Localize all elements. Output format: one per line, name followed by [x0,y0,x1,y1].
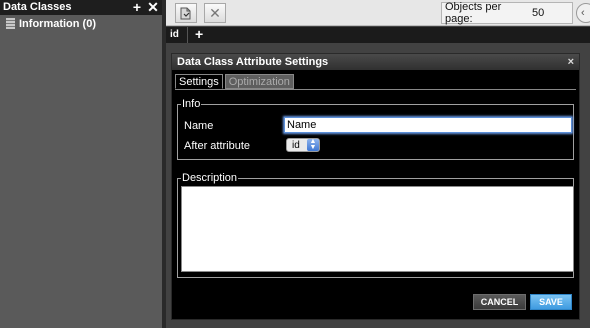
objects-per-page-control: Objects per page: [441,1,573,25]
after-attribute-select[interactable]: id ▲ ▼ [286,138,320,152]
close-icon[interactable]: ✕ [146,0,160,15]
sidebar-item-label: Information (0) [19,17,96,30]
dialog-tabs: Settings Optimization [175,74,296,89]
after-attribute-value: id [292,139,300,151]
new-document-icon [180,7,191,19]
sidebar-item-information[interactable]: Information (0) [6,17,96,30]
toolbar: ✕ Objects per page: ‹ [166,0,590,26]
dialog-close-icon[interactable]: × [568,54,574,70]
select-stepper-icon: ▲ ▼ [307,138,319,151]
prev-page-button[interactable]: ‹ [576,3,590,23]
objects-per-page-input[interactable] [532,5,572,21]
delete-x-icon: ✕ [209,4,221,21]
name-field[interactable] [284,117,572,133]
prev-page-icon: ‹ [581,7,585,19]
add-column-plus-icon[interactable]: + [195,27,203,42]
plus-icon[interactable]: + [130,0,144,15]
description-legend: Description [182,172,238,184]
database-icon [6,18,15,29]
name-label: Name [184,120,214,132]
column-header-id[interactable]: id [170,27,179,43]
new-object-button[interactable] [175,3,197,23]
info-legend: Info [182,98,201,110]
tab-settings[interactable]: Settings [175,74,223,89]
column-divider [187,27,188,43]
description-textarea[interactable] [181,186,574,272]
cancel-button[interactable]: CANCEL [473,294,526,310]
save-button[interactable]: SAVE [530,294,572,310]
attribute-settings-dialog: Data Class Attribute Settings × Settings… [171,53,580,320]
data-classes-sidebar: Data Classes + ✕ Information (0) [0,0,162,328]
dialog-title: Data Class Attribute Settings [177,56,329,68]
sidebar-header: Data Classes + ✕ [0,0,162,15]
tab-divider [175,89,576,90]
tab-optimization[interactable]: Optimization [224,74,294,89]
app-window: Data Classes + ✕ Information (0) ✕ Objec [0,0,590,328]
column-header-bar: id + [166,27,590,43]
sidebar-title: Data Classes [3,1,72,13]
delete-object-button[interactable]: ✕ [204,3,226,23]
dialog-title-bar[interactable]: Data Class Attribute Settings × [172,54,579,70]
after-attribute-label: After attribute [184,140,251,152]
objects-per-page-label: Objects per page: [445,1,502,25]
